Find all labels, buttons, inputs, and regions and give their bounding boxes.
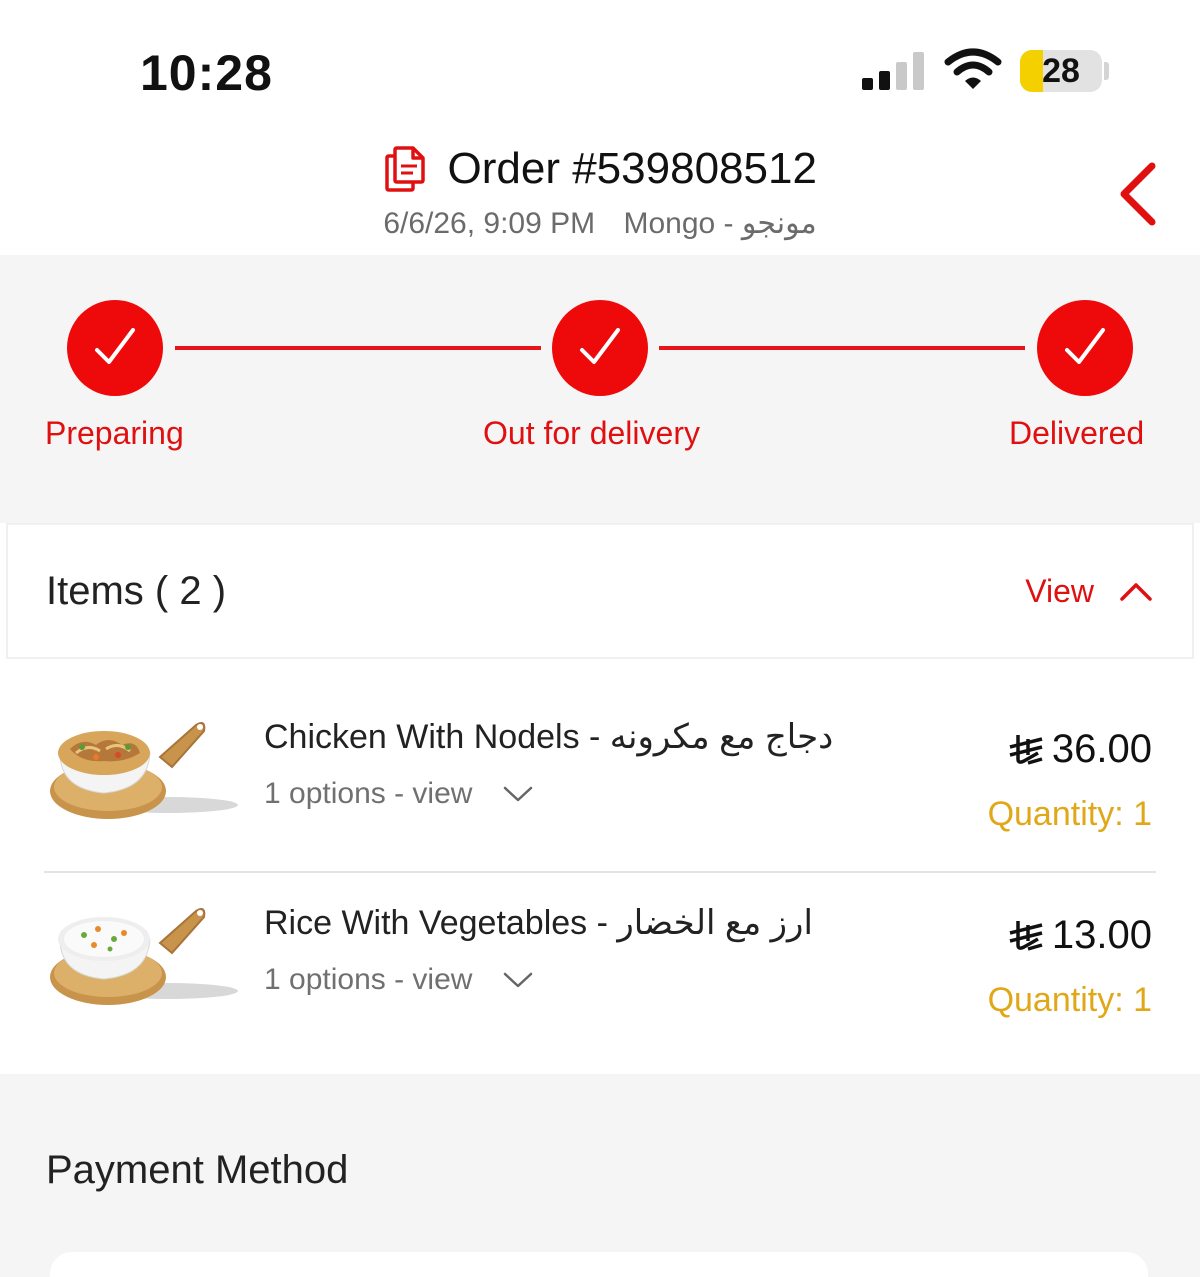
order-document-icon bbox=[385, 146, 425, 192]
chevron-down-icon bbox=[504, 972, 533, 988]
chevron-left-icon[interactable] bbox=[1112, 158, 1164, 230]
wifi-icon bbox=[944, 48, 1002, 89]
order-header: Order #539808512 6/6/26, 9:09 PM Mongo -… bbox=[0, 130, 1200, 255]
step-out-for-delivery-label: Out for delivery bbox=[483, 415, 700, 451]
item-price-value: 13.00 bbox=[1051, 913, 1152, 957]
item-image-rice-vegetables bbox=[50, 908, 238, 1005]
payment-method-title: Payment Method bbox=[46, 1148, 349, 1192]
item-price-value: 36.00 bbox=[1051, 727, 1152, 771]
items-count-title: Items ( 2 ) bbox=[46, 569, 227, 613]
checkmark-icon bbox=[95, 328, 135, 364]
saudi-riyal-icon bbox=[1009, 734, 1043, 765]
order-meta: 6/6/26, 9:09 PM Mongo - مونجو bbox=[0, 206, 1200, 241]
battery-nub bbox=[1104, 62, 1109, 80]
list-item[interactable]: Chicken With Nodels - دجاج مع مكرونه 1 o… bbox=[0, 699, 1200, 884]
battery-indicator: 28 bbox=[1020, 50, 1102, 92]
cellular-signal-icon bbox=[862, 52, 924, 90]
item-quantity: Quantity: 1 bbox=[987, 981, 1152, 1019]
chevron-up-icon bbox=[1120, 582, 1152, 601]
order-progress-tracker: Preparing Out for delivery Delivered bbox=[0, 255, 1200, 523]
order-date-time: 6/6/26, 9:09 PM bbox=[383, 207, 596, 240]
list-item[interactable]: Rice With Vegetables - ارز مع الخضار 1 o… bbox=[0, 885, 1200, 1070]
payment-method-section: Payment Method bbox=[0, 1074, 1200, 1277]
item-quantity: Quantity: 1 bbox=[987, 795, 1152, 833]
step-delivered-indicator bbox=[1037, 300, 1133, 396]
item-name: Chicken With Nodels - دجاج مع مكرونه bbox=[264, 718, 834, 756]
items-list: Chicken With Nodels - دجاج مع مكرونه 1 o… bbox=[0, 659, 1200, 1074]
status-time: 10:28 bbox=[140, 45, 273, 101]
saudi-riyal-icon bbox=[1009, 920, 1043, 951]
step-preparing-indicator bbox=[67, 300, 163, 396]
payment-method-card[interactable] bbox=[50, 1252, 1148, 1277]
item-divider bbox=[44, 871, 1156, 873]
status-bar: 10:28 28 bbox=[0, 0, 1200, 130]
items-section-header: Items ( 2 ) View bbox=[6, 523, 1194, 659]
checkmark-icon bbox=[1065, 328, 1105, 364]
progress-connector-2 bbox=[659, 346, 1025, 350]
chevron-down-icon bbox=[504, 786, 533, 802]
step-preparing-label: Preparing bbox=[45, 415, 184, 451]
view-toggle-label: View bbox=[1025, 573, 1094, 609]
items-view-toggle[interactable]: View bbox=[1025, 573, 1154, 610]
battery-percent: 28 bbox=[1042, 52, 1080, 90]
order-store-name: Mongo - مونجو bbox=[623, 207, 817, 240]
item-price: 36.00 bbox=[1008, 727, 1152, 772]
order-title-row: Order #539808512 bbox=[0, 144, 1200, 194]
item-options-toggle[interactable]: 1 options - view bbox=[264, 963, 534, 997]
step-out-for-delivery-indicator bbox=[552, 300, 648, 396]
item-name: Rice With Vegetables - ارز مع الخضار bbox=[264, 904, 813, 942]
checkmark-icon bbox=[580, 328, 620, 364]
item-image-chicken-noodles bbox=[50, 722, 238, 819]
step-delivered-label: Delivered bbox=[1009, 415, 1145, 451]
order-number-title: Order #539808512 bbox=[447, 144, 817, 193]
item-options-toggle[interactable]: 1 options - view bbox=[264, 777, 534, 811]
progress-connector-1 bbox=[175, 346, 541, 350]
item-price: 13.00 bbox=[1008, 913, 1152, 958]
item-options-label: 1 options - view bbox=[264, 777, 473, 810]
item-options-label: 1 options - view bbox=[264, 963, 473, 996]
